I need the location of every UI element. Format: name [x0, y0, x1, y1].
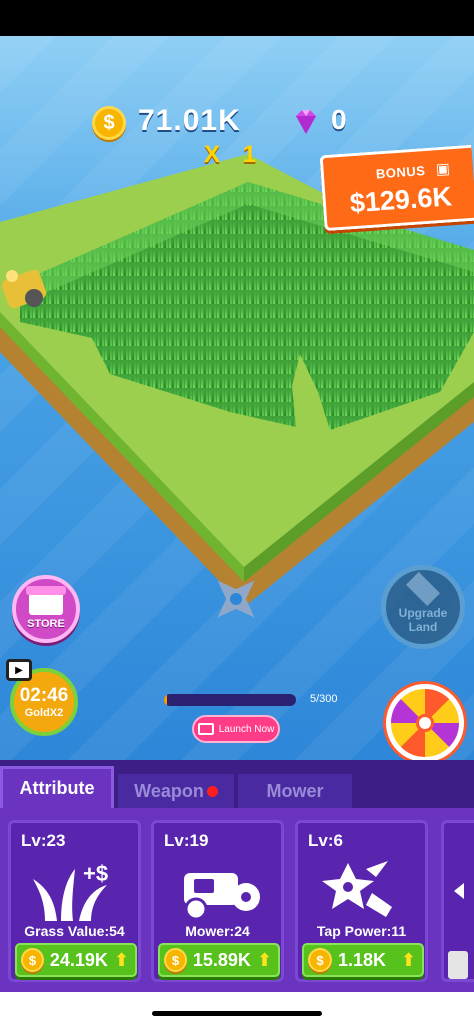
progress-text: 5/300	[310, 693, 338, 705]
card-price: 15.89K	[192, 949, 251, 970]
bonus-button[interactable]: BONUS ▣ $129.6K	[319, 144, 474, 232]
card-level: Lv:23	[21, 831, 66, 850]
tab-attribute[interactable]: Attribute	[0, 766, 114, 808]
mower-card: Lv:19 Mower:24 $ 15.89K ⬆	[151, 820, 284, 982]
wheel-hub	[416, 714, 434, 732]
bonus-label: BONUS	[375, 163, 426, 182]
mower-icon	[184, 873, 260, 921]
bonus-amount: $129.6K	[348, 181, 453, 219]
grass-value-icon: +$	[33, 861, 108, 921]
tab-mower-label: Mower	[266, 780, 324, 801]
tap-power-icon	[322, 861, 392, 917]
scroll-handle[interactable]	[448, 951, 468, 979]
coin-icon: $	[164, 948, 187, 972]
home-indicator-area	[0, 992, 474, 1027]
card-level: Lv:6	[308, 831, 343, 850]
svg-text:+$: +$	[83, 861, 108, 886]
boost-label: GoldX2	[24, 707, 64, 719]
tv-icon: ▶	[6, 659, 32, 681]
launch-now-label: Launch Now	[218, 723, 275, 735]
tab-bar: Attribute Weapon Mower	[0, 760, 474, 808]
tab-weapon[interactable]: Weapon	[118, 774, 234, 808]
launch-progress-bar	[164, 694, 296, 706]
store-label: STORE	[27, 617, 65, 630]
arrow-up-icon: ⬆	[400, 949, 416, 970]
card-price: 1.18K	[338, 949, 387, 970]
buy-tap-power-button[interactable]: $ 1.18K ⬆	[302, 943, 424, 977]
tab-attribute-label: Attribute	[19, 778, 95, 798]
home-indicator[interactable]	[152, 1011, 322, 1016]
notification-dot	[206, 785, 218, 797]
buy-mower-button[interactable]: $ 15.89K ⬆	[158, 943, 280, 977]
tv-icon	[197, 723, 214, 735]
gem-counter: 0	[331, 104, 347, 135]
card-name: Mower:24	[185, 923, 250, 939]
buy-grass-value-button[interactable]: $ 24.19K ⬆	[15, 943, 137, 977]
tv-icon: ▣	[435, 160, 451, 179]
gem-icon	[296, 110, 316, 134]
upgrade-label-line2: Land	[408, 620, 438, 634]
arrow-up-icon: ⬆	[113, 949, 129, 970]
coin-icon: $	[92, 106, 126, 140]
boost-timer: 02:46	[19, 685, 69, 706]
upgrade-panel: Attribute Weapon Mower Lv:23 +$ Grass Va…	[0, 760, 474, 992]
card-price: 24.19K	[49, 949, 108, 970]
tab-mower[interactable]: Mower	[238, 774, 352, 808]
upgrade-label-line1: Upgrade	[398, 606, 448, 620]
card-name: Grass Value:54	[24, 923, 125, 939]
coin-icon: $	[21, 948, 44, 972]
grass-value-card: Lv:23 +$ Grass Value:54 $ 24.19K ⬆	[8, 820, 141, 982]
tab-weapon-label: Weapon	[134, 780, 204, 801]
land-tile-icon	[406, 572, 440, 606]
card-row: Lv:23 +$ Grass Value:54 $ 24.19K ⬆ Lv:19	[0, 808, 474, 992]
launch-now-button[interactable]: Launch Now	[192, 715, 280, 743]
coin-icon: $	[308, 948, 332, 972]
card-level: Lv:19	[164, 831, 209, 850]
tap-power-card: Lv:6 Tap Power:11 $ 1.18K ⬆	[295, 820, 428, 982]
chevron-left-icon	[454, 883, 464, 899]
card-scroller[interactable]	[441, 820, 474, 982]
upgrade-land-button[interactable]: Upgrade Land	[381, 565, 465, 649]
card-name: Tap Power:11	[316, 923, 407, 939]
money-counter: 71.01K	[138, 104, 241, 137]
money-multiplier: X 1	[204, 141, 265, 168]
shop-icon	[26, 585, 66, 615]
arrow-up-icon: ⬆	[256, 949, 272, 970]
store-button[interactable]: STORE	[12, 575, 80, 643]
lucky-wheel-button[interactable]	[386, 684, 464, 762]
